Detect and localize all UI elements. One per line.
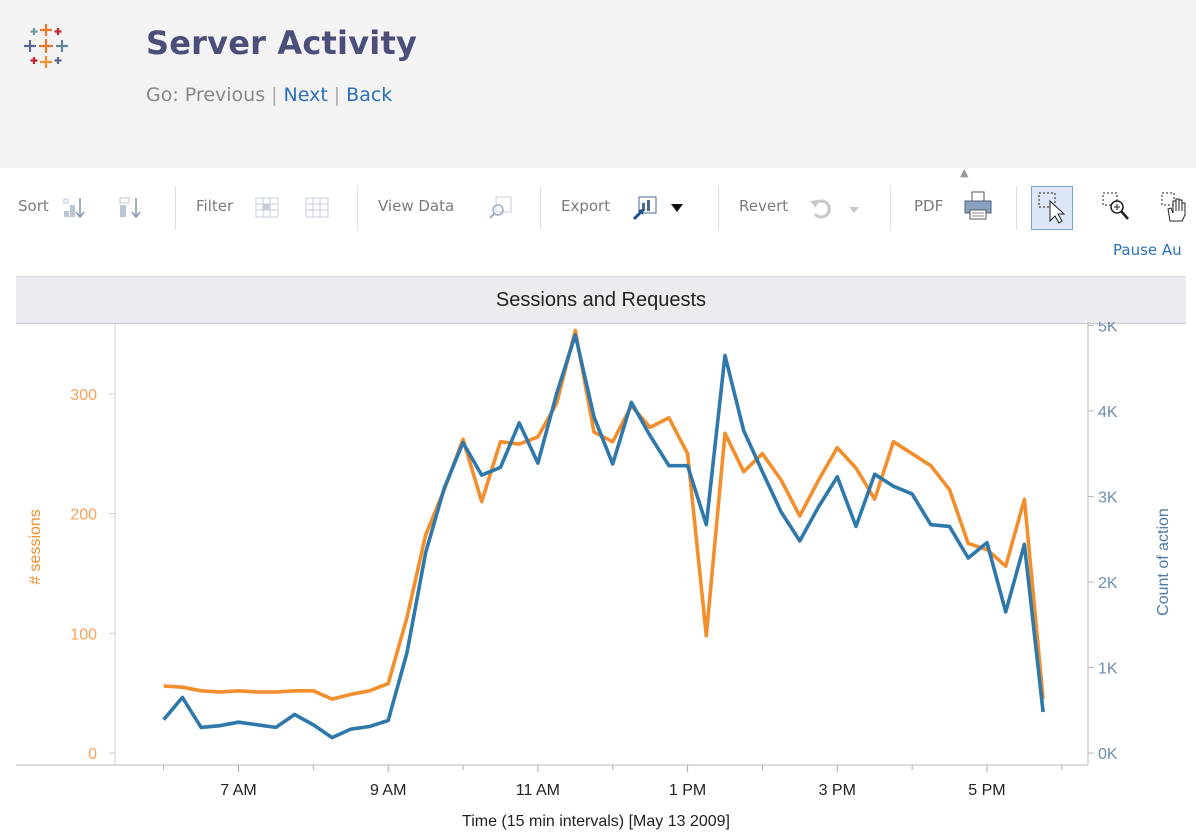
view-data-label: View Data	[378, 197, 455, 215]
x-axis-ticks: 7 AM 9 AM 11 AM 1 PM 3 PM 5 PM	[163, 765, 1063, 799]
export-label: Export	[561, 197, 611, 215]
left-y-axis-label: # sessions	[27, 509, 44, 585]
sort-ascending-icon[interactable]	[62, 195, 88, 221]
nav-prefix: Go:	[146, 84, 179, 106]
actions-series-line	[162, 333, 1045, 740]
right-y-tick-label: 2K	[1098, 575, 1118, 592]
series-lines	[162, 328, 1045, 740]
export-dropdown-icon[interactable]	[670, 202, 684, 214]
right-y-tick-label: 1K	[1098, 661, 1118, 678]
view-data-icon[interactable]	[488, 195, 514, 221]
right-y-tick-label: 3K	[1098, 489, 1118, 506]
pan-tool-icon[interactable]	[1160, 191, 1196, 225]
left-y-tick-label: 200	[70, 507, 97, 524]
x-tick-label: 7 AM	[220, 782, 256, 799]
chart-axes	[16, 322, 1089, 766]
toolbar-divider	[890, 186, 891, 230]
left-y-tick-label: 0	[88, 746, 97, 763]
left-y-tick-label: 300	[70, 387, 97, 404]
export-icon[interactable]	[632, 194, 660, 222]
toolbar-divider	[175, 186, 176, 230]
tableau-logo-icon	[24, 24, 68, 68]
chart-title-bar: Sessions and Requests	[16, 276, 1186, 324]
sort-label: Sort	[18, 197, 49, 215]
pdf-label: PDF	[914, 197, 944, 215]
filter-exclude-icon[interactable]	[304, 195, 330, 221]
zoom-tool-icon[interactable]	[1101, 191, 1133, 225]
revert-label: Revert	[739, 197, 789, 215]
x-tick-label: 3 PM	[819, 782, 856, 799]
right-axis-ticks: 0K 1K 2K 3K 4K 5K	[1088, 322, 1118, 763]
filter-keep-icon[interactable]	[254, 195, 280, 221]
page-title: Server Activity	[146, 24, 417, 62]
sessions-series-line	[163, 328, 1045, 701]
sort-descending-icon[interactable]	[118, 195, 144, 221]
right-y-tick-label: 5K	[1098, 322, 1118, 335]
nav-separator: |	[333, 84, 341, 106]
left-axis-ticks: 0 100 200 300	[70, 387, 115, 763]
x-tick-label: 11 AM	[516, 782, 560, 799]
right-y-tick-label: 4K	[1098, 404, 1118, 421]
toolbar-divider	[540, 186, 541, 230]
toolbar-divider	[357, 186, 358, 230]
nav-back-link[interactable]: Back	[346, 84, 392, 106]
nav-separator: |	[271, 84, 278, 106]
collapse-toolbar-icon[interactable]: ▲	[960, 166, 968, 179]
chart-title: Sessions and Requests	[495, 289, 707, 311]
right-y-tick-label: 0K	[1098, 746, 1118, 763]
x-tick-label: 9 AM	[370, 782, 406, 799]
dashboard-header: Server Activity Go: Previous | Next | Back	[0, 0, 1196, 168]
nav-previous-link[interactable]: Previous	[185, 84, 265, 106]
x-axis-label: Time (15 min intervals) [May 13 2009]	[462, 813, 730, 830]
filter-label: Filter	[196, 197, 234, 215]
revert-icon[interactable]	[808, 195, 834, 221]
right-y-axis-label: Count of action	[1155, 508, 1172, 616]
toolbar-divider	[718, 186, 719, 230]
toolbar-divider	[1016, 186, 1017, 230]
pdf-print-icon[interactable]	[962, 190, 994, 222]
nav-next-link[interactable]: Next	[284, 84, 328, 106]
x-tick-label: 5 PM	[968, 782, 1005, 799]
left-y-tick-label: 100	[70, 626, 97, 643]
pause-auto-updates-link[interactable]: Pause Au	[1113, 241, 1182, 259]
revert-dropdown-icon[interactable]	[848, 205, 860, 215]
x-tick-label: 1 PM	[669, 782, 706, 799]
sessions-requests-chart: 0 100 200 300 0K 1K 2K 3K 4K 5K 7 AM 9 AM 11 AM 1 P…	[16, 322, 1172, 830]
select-pointer-icon	[1038, 192, 1066, 224]
dashboard-navigation: Go: Previous | Next | Back	[146, 84, 392, 106]
